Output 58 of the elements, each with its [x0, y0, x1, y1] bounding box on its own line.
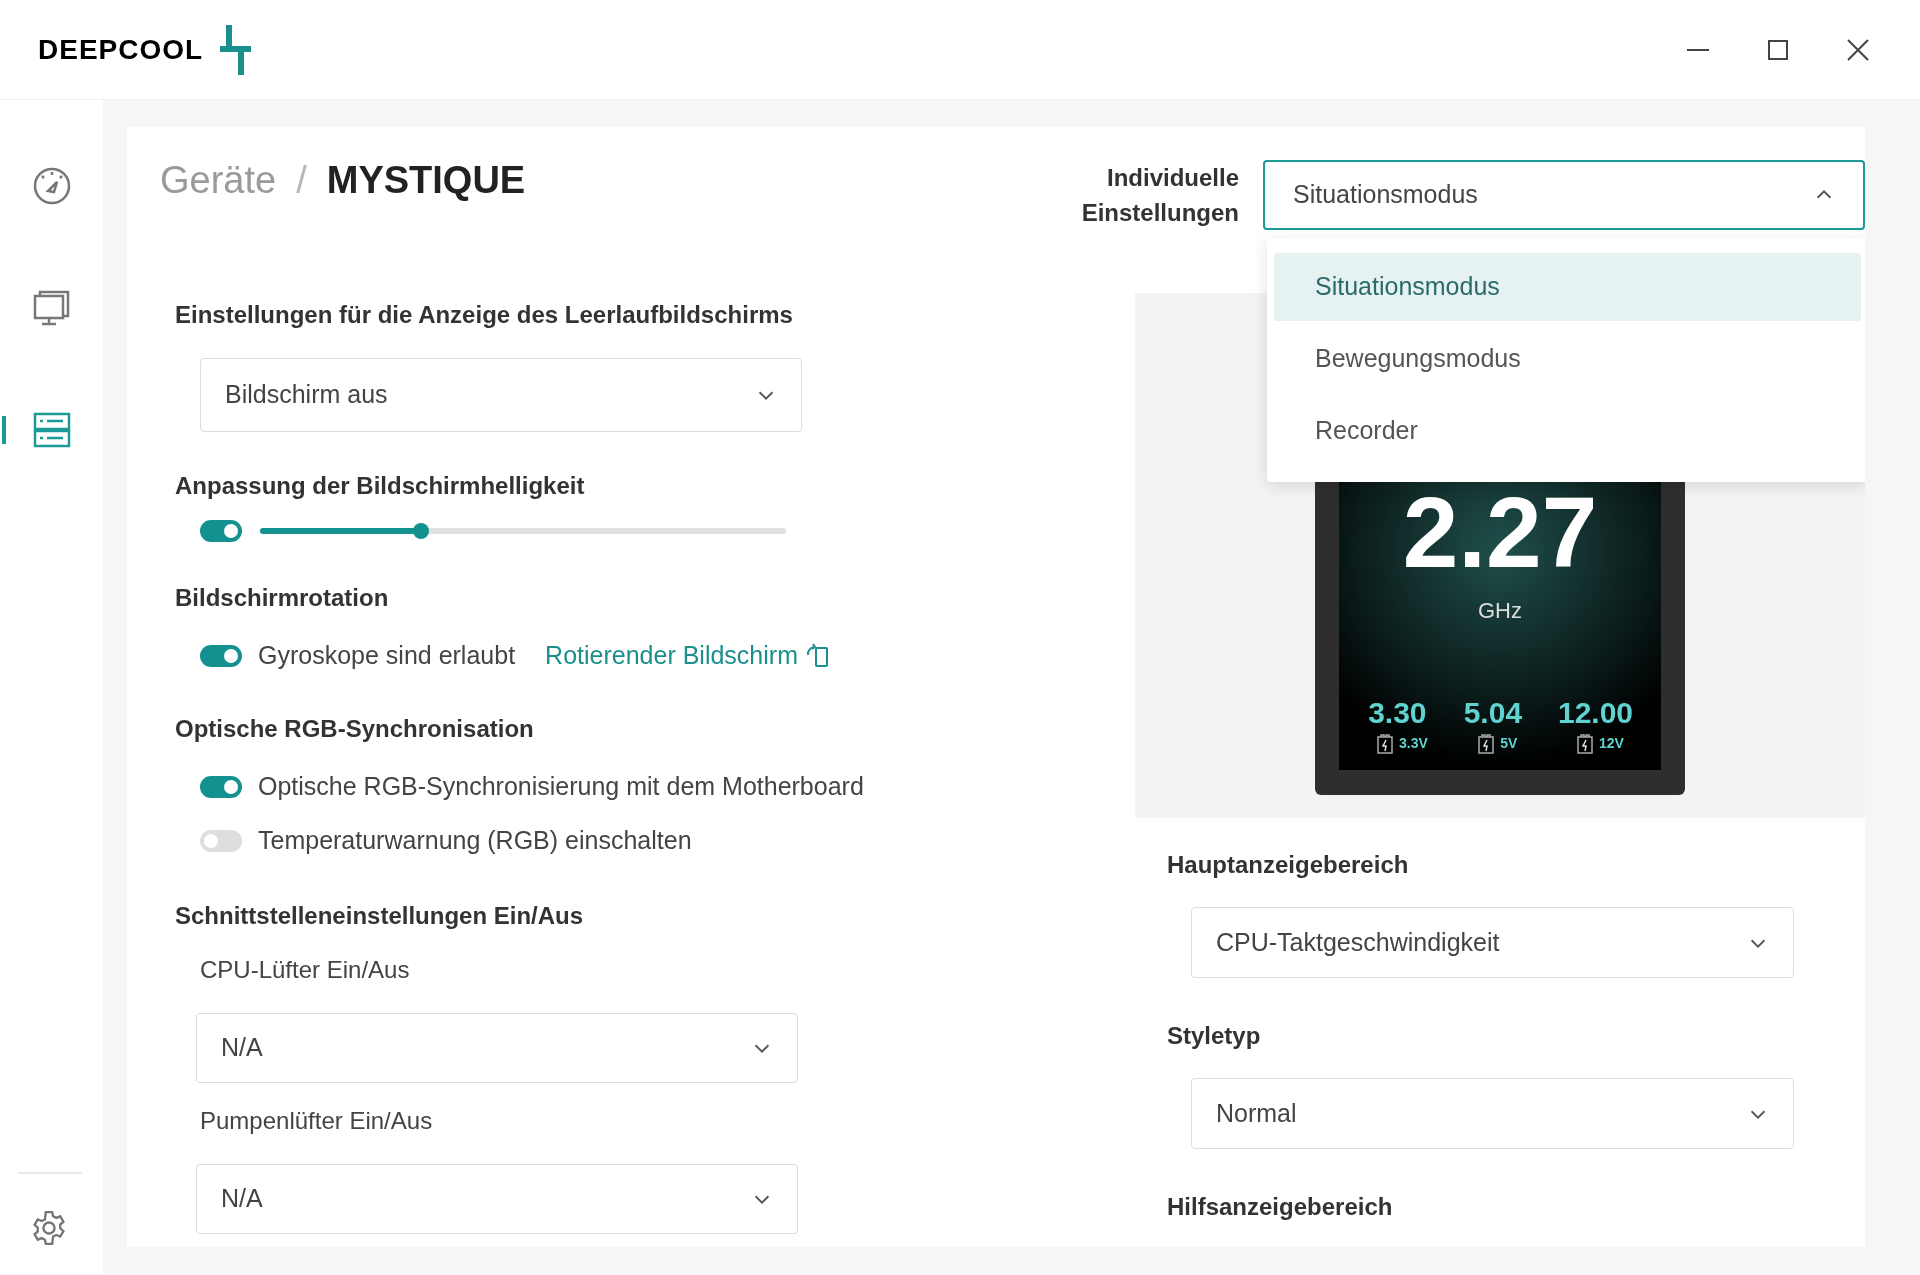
dropdown[interactable]: N/A	[196, 1013, 798, 1083]
settings-label: Individuelle Einstellungen	[1080, 163, 1239, 228]
voltage-value: 12.00	[1557, 697, 1634, 729]
server-icon	[31, 410, 72, 450]
voltage-label: 5V	[1500, 734, 1518, 753]
logo-text: DEEPCOOL	[38, 32, 204, 67]
toggle-switch[interactable]	[200, 645, 242, 667]
toggle-label: Gyroskope sind erlaubt	[258, 640, 516, 672]
menu-item[interactable]: Bewegungsmodus	[1274, 325, 1861, 393]
voltage-value: 5.04	[1463, 697, 1523, 729]
battery-icon	[1577, 733, 1594, 754]
section-heading: Anpassung der Bildschirmhelligkeit	[175, 471, 585, 501]
field-label: Pumpenlüfter Ein/Aus	[200, 1106, 433, 1136]
dropdown[interactable]: CPU-Taktgeschwindigkeit	[1191, 907, 1794, 978]
section-heading: Styletyp	[1167, 1021, 1261, 1051]
dropdown[interactable]: Normal	[1191, 1078, 1794, 1149]
breadcrumb-separator: /	[296, 160, 307, 200]
section-heading: Hilfsanzeigebereich	[1167, 1192, 1393, 1222]
brightness-slider[interactable]	[260, 523, 786, 539]
menu-item[interactable]: Recorder	[1274, 397, 1861, 465]
battery-icon	[1376, 733, 1393, 754]
dropdown[interactable]: N/A	[196, 1164, 798, 1234]
unit-label: GHz	[1478, 597, 1522, 625]
dropdown-value: Bildschirm aus	[225, 379, 388, 411]
rotate-screen-link[interactable]: Rotierender Bildschirm	[545, 637, 830, 675]
dropdown-value: Normal	[1216, 1097, 1297, 1129]
field-label: CPU-Lüfter Ein/Aus	[200, 955, 410, 985]
clock-speed-value: 2.27	[1402, 482, 1598, 582]
menu-item[interactable]: Situationsmodus	[1274, 253, 1861, 321]
dropdown-value: N/A	[221, 1183, 263, 1215]
monitor-icon	[31, 288, 72, 328]
toggle-label: Optische RGB-Synchronisierung mit dem Motherboard	[258, 771, 864, 803]
voltage-value: 3.30	[1368, 697, 1427, 729]
breadcrumb-current: MYSTIQUE	[326, 160, 526, 200]
maximize-icon[interactable]	[1766, 37, 1790, 62]
toggle-switch[interactable]	[200, 520, 242, 542]
toggle-switch[interactable]	[200, 776, 242, 798]
dropdown-value: CPU-Taktgeschwindigkeit	[1216, 926, 1500, 958]
toggle-switch[interactable]	[200, 830, 242, 852]
toggle-label: Temperaturwarnung (RGB) einschalten	[258, 825, 692, 857]
gauge-icon	[31, 166, 72, 206]
voltage-label: 12V	[1599, 734, 1624, 753]
slider-thumb[interactable]	[413, 523, 430, 539]
close-icon[interactable]	[1846, 37, 1870, 62]
logo-mark-icon	[217, 24, 254, 75]
section-heading: Schnittstelleneinstellungen Ein/Aus	[175, 901, 584, 931]
section-heading: Optische RGB-Synchronisation	[175, 714, 534, 744]
profile-dropdown[interactable]: Situationsmodus	[1263, 160, 1865, 230]
section-heading: Hauptanzeigebereich	[1167, 850, 1409, 880]
dropdown-value: Situationsmodus	[1293, 179, 1478, 211]
rotate-phone-icon	[805, 643, 830, 669]
section-heading: Einstellungen für die Anzeige des Leerlaufbildschirms	[175, 300, 793, 330]
settings-icon[interactable]	[30, 1209, 68, 1247]
voltage-label: 3.3V	[1398, 734, 1428, 753]
dropdown[interactable]: Bildschirm aus	[200, 358, 802, 432]
section-heading: Bildschirmrotation	[175, 583, 389, 613]
battery-icon	[1478, 733, 1495, 754]
dropdown-value: N/A	[221, 1032, 263, 1064]
